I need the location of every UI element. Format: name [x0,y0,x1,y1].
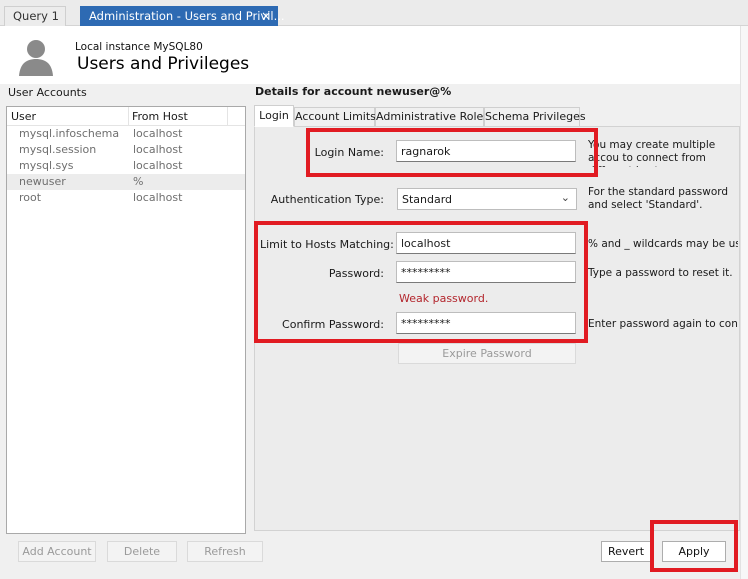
user-accounts-list[interactable]: User From Host mysql.infoschema localhos… [6,106,246,534]
user-host: localhost [133,159,183,172]
limit-hosts-label: Limit to Hosts Matching: [260,238,394,251]
instance-name: Local instance MySQL80 [75,41,203,53]
column-divider [227,107,228,126]
details-title: Details for account newuser@% [255,85,452,98]
authentication-type-select[interactable]: Standard ⌄ [397,188,577,210]
user-host: % [133,175,144,188]
revert-button[interactable]: Revert [601,541,651,562]
column-divider [128,107,129,126]
tab-administration-users[interactable]: Administration - Users and Privil... × [80,6,285,26]
page-header: Local instance MySQL80 Users and Privile… [0,26,740,84]
chevron-down-icon: ⌄ [560,191,570,204]
page-title: Users and Privileges [77,54,250,74]
user-host: localhost [133,143,183,156]
tab-login[interactable]: Login [254,105,294,127]
tab-label: Query 1 [13,9,59,23]
authentication-type-value: Standard [402,193,453,206]
login-name-hint: You may create multiple accou to connect… [588,139,716,167]
weak-password-message: Weak password. [399,292,489,305]
authentication-type-label: Authentication Type: [270,193,384,206]
window-scrollbar[interactable] [740,26,748,579]
login-name-label: Login Name: [314,146,384,159]
password-input[interactable]: ********* [396,261,576,283]
limit-hosts-input[interactable]: localhost [396,232,576,254]
column-header-user[interactable]: User [11,110,36,123]
list-item[interactable]: mysql.sys localhost [7,158,245,174]
document-tab-bar: Query 1 Administration - Users and Privi… [0,0,748,26]
tab-schema-privileges[interactable]: Schema Privileges [484,107,586,127]
confirm-password-label: Confirm Password: [282,318,384,331]
user-name: mysql.infoschema [19,127,120,140]
list-item[interactable]: root localhost [7,190,245,206]
confirm-password-hint: Enter password again to confirm [588,318,738,330]
login-name-input[interactable]: ragnarok [396,140,576,162]
tab-account-limits[interactable]: Account Limits [294,107,376,127]
apply-button[interactable]: Apply [662,541,726,562]
password-label: Password: [328,267,384,280]
limit-hosts-hint: % and _ wildcards may be used [588,238,738,250]
user-accounts-label: User Accounts [8,86,87,99]
password-hint: Type a password to reset it. [588,267,733,279]
user-name: newuser [19,175,66,188]
user-name: mysql.session [19,143,97,156]
close-icon[interactable]: × [261,7,271,25]
list-item[interactable]: mysql.infoschema localhost [7,126,245,142]
column-header-from-host[interactable]: From Host [132,110,188,123]
user-name: root [19,191,42,204]
list-header: User From Host [7,107,245,126]
confirm-password-input[interactable]: ********* [396,312,576,334]
authentication-type-hint: For the standard password and select 'St… [588,186,729,211]
list-item-selected[interactable]: newuser % [7,174,245,190]
user-avatar-icon [16,36,56,76]
user-name: mysql.sys [19,159,74,172]
tab-label: Administration - Users and Privil... [89,9,285,23]
list-item[interactable]: mysql.session localhost [7,142,245,158]
user-host: localhost [133,127,183,140]
expire-password-button[interactable]: Expire Password [398,343,576,364]
delete-button[interactable]: Delete [107,541,177,562]
user-host: localhost [133,191,183,204]
refresh-button[interactable]: Refresh [187,541,263,562]
add-account-button[interactable]: Add Account [18,541,96,562]
tab-administrative-roles[interactable]: Administrative Roles [375,107,489,127]
tab-query-1[interactable]: Query 1 [4,6,66,26]
